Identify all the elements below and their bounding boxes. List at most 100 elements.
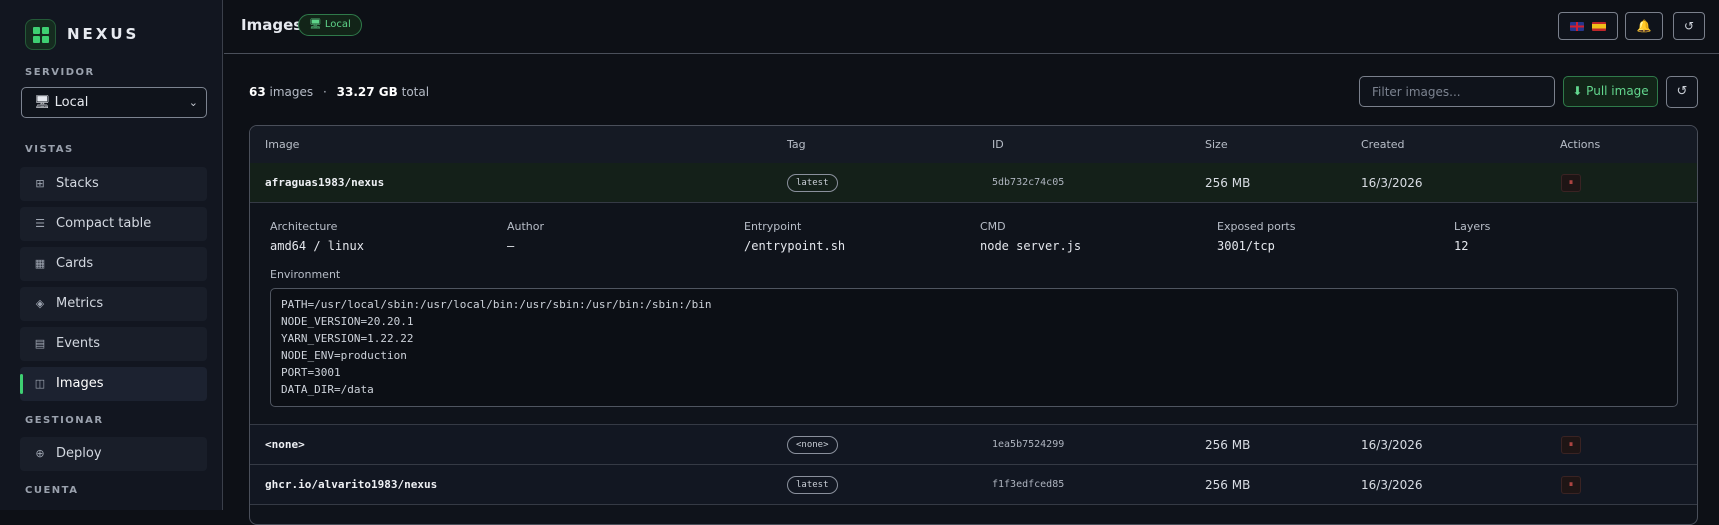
- app-name: NEXUS: [67, 25, 140, 43]
- server-select-value: Local: [54, 95, 89, 110]
- filter-images-input[interactable]: [1359, 76, 1555, 107]
- pull-image-button[interactable]: ⬇ Pull image: [1563, 76, 1658, 107]
- exposed-ports-label: Exposed ports: [1217, 220, 1296, 233]
- total-size-label: total: [401, 85, 430, 99]
- sidebar-item-label: Compact table: [56, 216, 152, 231]
- cmd-value: node server.js: [980, 239, 1082, 253]
- refresh-button[interactable]: ↺: [1666, 76, 1698, 108]
- sidebar-item-label: Events: [56, 336, 101, 351]
- sidebar-item-cards[interactable]: ▦ Cards: [20, 247, 207, 281]
- account-section-label: CUENTA: [25, 485, 79, 496]
- image-name: <none>: [265, 438, 305, 451]
- status-badge-label: Local: [324, 19, 351, 30]
- entrypoint-value: /entrypoint.sh: [744, 239, 846, 253]
- tag-badge: latest: [787, 476, 838, 494]
- column-header-id[interactable]: ID: [992, 126, 1004, 163]
- column-header-image[interactable]: Image: [265, 126, 299, 163]
- image-size: 256 MB: [1205, 438, 1251, 452]
- server-icon: 🖥: [34, 95, 51, 110]
- image-count-label: images: [269, 85, 314, 99]
- server-icon: 🖥: [309, 19, 322, 30]
- active-indicator: [20, 374, 23, 394]
- image-name: ghcr.io/alvarito1983/nexus: [265, 478, 438, 491]
- image-id: f1f3edfced85: [992, 479, 1065, 490]
- sidebar-item-images[interactable]: ◫ Images: [20, 367, 207, 401]
- env-line: NODE_VERSION=20.20.1: [281, 315, 414, 328]
- sidebar-item-label: Stacks: [56, 176, 99, 191]
- column-header-size[interactable]: Size: [1205, 126, 1228, 163]
- image-size: 256 MB: [1205, 176, 1251, 190]
- page-header: Images 🖥 Local 🔔 ↺: [224, 0, 1719, 54]
- image-created: 16/3/2026: [1361, 478, 1423, 492]
- sidebar-item-label: Images: [56, 376, 104, 391]
- server-select[interactable]: 🖥 Local ⌄: [21, 87, 207, 118]
- refresh-icon: ↺: [1676, 84, 1688, 99]
- layers-label: Layers: [1454, 220, 1491, 233]
- server-section-label: SERVIDOR: [25, 67, 95, 78]
- image-count: 63: [249, 85, 266, 99]
- es-flag-icon[interactable]: [1592, 22, 1606, 31]
- delete-image-button[interactable]: ⏸: [1561, 174, 1581, 192]
- sidebar-item-compact-table[interactable]: ☰ Compact table: [20, 207, 207, 241]
- sidebar-item-stacks[interactable]: ⊞ Stacks: [20, 167, 207, 201]
- total-size: 33.27 GB: [336, 85, 398, 99]
- image-id: 1ea5b7524299: [992, 439, 1065, 450]
- images-table: Image Tag ID Size Created Actions afragu…: [249, 125, 1698, 525]
- author-label: Author: [507, 220, 545, 233]
- list-icon: ☰: [35, 217, 45, 230]
- table-row[interactable]: afraguas1983/nexus latest 5db732c74c05 2…: [250, 163, 1697, 203]
- exposed-ports-value: 3001/tcp: [1217, 239, 1275, 253]
- column-header-tag[interactable]: Tag: [787, 126, 806, 163]
- page-title: Images: [241, 16, 303, 34]
- views-section-label: VISTAS: [25, 144, 74, 155]
- sidebar-item-label: Cards: [56, 256, 94, 271]
- tag-badge: <none>: [787, 436, 838, 454]
- image-created: 16/3/2026: [1361, 176, 1423, 190]
- refresh-icon: ↺: [1683, 19, 1695, 33]
- environment-label: Environment: [270, 268, 341, 281]
- images-summary: 63 images · 33.27 GB total: [249, 85, 429, 99]
- header-refresh-button[interactable]: ↺: [1673, 12, 1705, 40]
- table-row[interactable]: ghcr.io/alvarito1983/nexus latest f1f3ed…: [250, 465, 1697, 505]
- table-row[interactable]: <none> <none> 1ea5b7524299 256 MB 16/3/2…: [250, 425, 1697, 465]
- cmd-label: CMD: [980, 220, 1006, 233]
- sidebar-item-metrics[interactable]: ◈ Metrics: [20, 287, 207, 321]
- sidebar-item-deploy[interactable]: ⊕ Deploy: [20, 437, 207, 471]
- layers-value: 12: [1454, 239, 1469, 253]
- image-size: 256 MB: [1205, 478, 1251, 492]
- table-header: Image Tag ID Size Created Actions: [250, 126, 1697, 164]
- images-icon: ◫: [34, 377, 46, 390]
- image-created: 16/3/2026: [1361, 438, 1423, 452]
- image-detail-panel: Architecture amd64 / linux Author — Entr…: [250, 204, 1697, 425]
- column-header-created[interactable]: Created: [1361, 126, 1405, 163]
- chevron-down-icon: ⌄: [188, 96, 198, 109]
- status-badge: 🖥 Local: [298, 14, 362, 36]
- notifications-button[interactable]: 🔔: [1625, 12, 1663, 40]
- events-icon: ▤: [34, 337, 46, 350]
- env-line: PORT=3001: [281, 366, 341, 379]
- entrypoint-label: Entrypoint: [744, 220, 802, 233]
- image-name: afraguas1983/nexus: [265, 176, 385, 189]
- cards-icon: ▦: [34, 257, 46, 270]
- author-value: —: [507, 239, 515, 253]
- diamond-icon: ◈: [35, 297, 45, 310]
- target-icon: ⊕: [35, 447, 45, 460]
- summary-separator: ·: [323, 85, 327, 99]
- sidebar-item-label: Metrics: [56, 296, 104, 311]
- env-line: DATA_DIR=/data: [281, 383, 374, 396]
- sidebar-item-label: Deploy: [56, 446, 102, 461]
- architecture-value: amd64 / linux: [270, 239, 364, 253]
- manage-section-label: GESTIONAR: [25, 415, 104, 426]
- uk-flag-icon[interactable]: [1570, 22, 1584, 31]
- grid-icon: ⊞: [35, 177, 45, 190]
- language-switcher[interactable]: [1558, 12, 1618, 40]
- architecture-label: Architecture: [270, 220, 338, 233]
- sidebar: NEXUS SERVIDOR 🖥 Local ⌄ VISTAS ⊞ Stacks…: [0, 0, 223, 510]
- tag-badge: latest: [787, 174, 838, 192]
- sidebar-item-events[interactable]: ▤ Events: [20, 327, 207, 361]
- delete-image-button[interactable]: ⏸: [1561, 476, 1581, 494]
- image-id: 5db732c74c05: [992, 177, 1065, 188]
- column-header-actions: Actions: [1560, 138, 1601, 151]
- delete-image-button[interactable]: ⏸: [1561, 436, 1581, 454]
- environment-box: PATH=/usr/local/sbin:/usr/local/bin:/usr…: [270, 288, 1678, 407]
